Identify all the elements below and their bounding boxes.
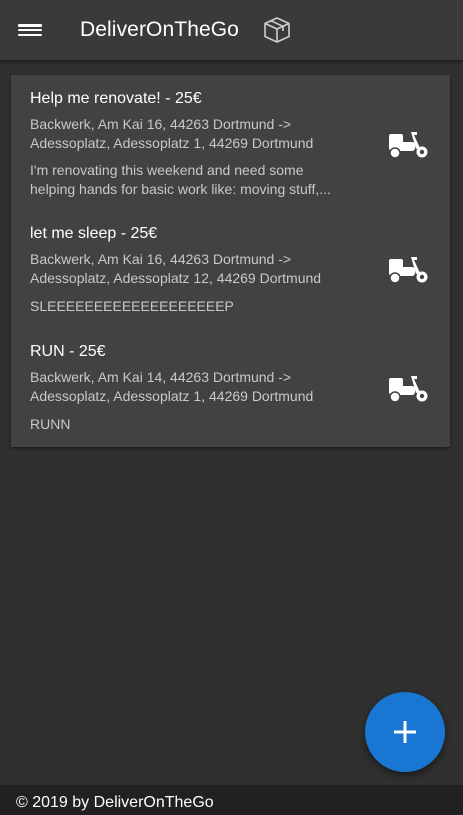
description-line: SLEEEEEEEEEEEEEEEEEEEP <box>30 298 234 314</box>
route-line: Adessoplatz, Adessoplatz 1, 44269 Dortmu… <box>30 135 314 151</box>
scooter-icon <box>389 132 428 159</box>
delivery-route: Backwerk, Am Kai 16, 44263 Dortmund -> A… <box>30 115 375 153</box>
add-delivery-button[interactable] <box>365 692 445 772</box>
scooter-icon <box>389 257 428 284</box>
description-line: RUNN <box>30 416 71 432</box>
menu-icon[interactable] <box>18 21 42 39</box>
delivery-route: Backwerk, Am Kai 14, 44263 Dortmund -> A… <box>30 368 375 406</box>
route-line: Backwerk, Am Kai 16, 44263 Dortmund -> <box>30 116 292 132</box>
route-line: Backwerk, Am Kai 16, 44263 Dortmund -> <box>30 251 292 267</box>
package-box-icon <box>261 14 293 46</box>
plus-icon <box>394 721 416 743</box>
delivery-description: I'm renovating this weekend and need som… <box>30 161 380 199</box>
delivery-title: let me sleep - 25€ <box>30 225 158 242</box>
route-line: Backwerk, Am Kai 14, 44263 Dortmund -> <box>30 369 292 385</box>
delivery-description: RUNN <box>30 415 380 434</box>
delivery-item[interactable]: Help me renovate! - 25€ Backwerk, Am Kai… <box>11 90 450 205</box>
route-line: Adessoplatz, Adessoplatz 1, 44269 Dortmu… <box>30 388 314 404</box>
delivery-title: Help me renovate! - 25€ <box>30 90 202 107</box>
copyright-text: © 2019 by DeliverOnTheGo <box>16 794 214 811</box>
description-line: helping hands for basic work like: movin… <box>30 181 331 197</box>
delivery-title: RUN - 25€ <box>30 343 106 360</box>
route-line: Adessoplatz, Adessoplatz 12, 44269 Dortm… <box>30 270 322 286</box>
app-title: DeliverOnTheGo <box>80 18 239 41</box>
delivery-description: SLEEEEEEEEEEEEEEEEEEEP <box>30 297 380 316</box>
description-line: I'm renovating this weekend and need som… <box>30 162 304 178</box>
top-toolbar: DeliverOnTheGo <box>0 0 463 60</box>
delivery-item[interactable]: let me sleep - 25€ Backwerk, Am Kai 16, … <box>11 225 450 320</box>
delivery-route: Backwerk, Am Kai 16, 44263 Dortmund -> A… <box>30 250 375 288</box>
footer: © 2019 by DeliverOnTheGo <box>0 785 463 815</box>
delivery-item[interactable]: RUN - 25€ Backwerk, Am Kai 14, 44263 Dor… <box>11 343 450 438</box>
scooter-icon <box>389 376 428 403</box>
delivery-list: Help me renovate! - 25€ Backwerk, Am Kai… <box>11 75 450 447</box>
